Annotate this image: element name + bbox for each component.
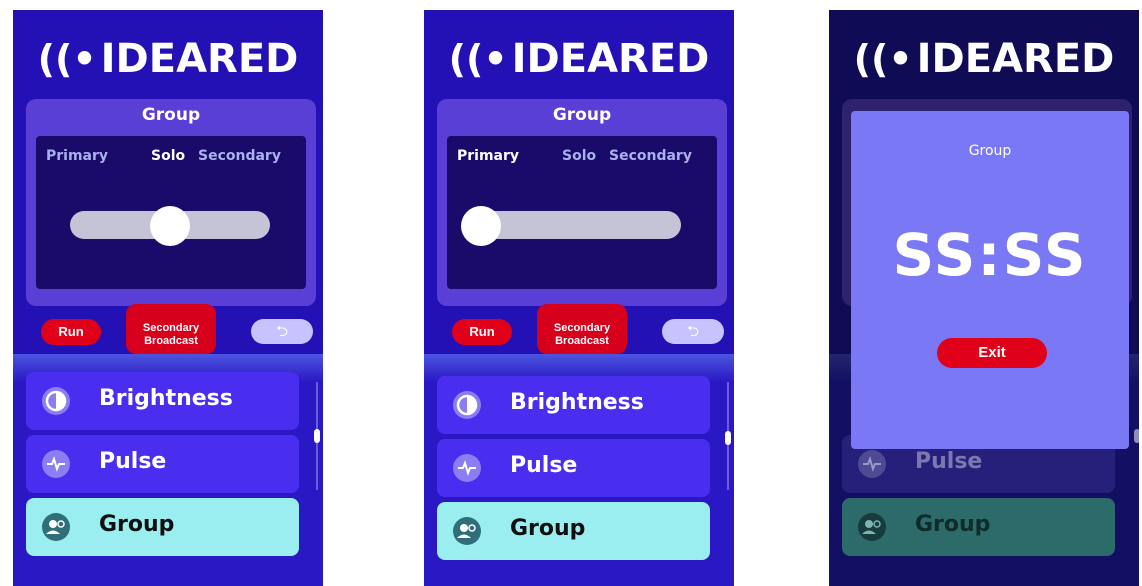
- undo-arrow-icon: ⮌: [686, 322, 699, 340]
- mode-selector-panel: Primary Solo Secondary: [36, 136, 306, 289]
- group-modal: Group SS:SS Exit: [851, 111, 1129, 449]
- menu-item-label: Pulse: [99, 449, 167, 474]
- menu-item-label: Brightness: [510, 390, 644, 415]
- phone-screen-group-modal: ((• IDEARED Pulse Group Group SS:SS Exit: [829, 10, 1139, 586]
- mode-selector-panel: Primary Solo Secondary: [447, 136, 717, 289]
- contrast-icon: [42, 387, 70, 415]
- brand-name: IDEARED: [916, 36, 1115, 82]
- signal-logo-mark: ((•: [448, 37, 508, 81]
- mode-slider-thumb[interactable]: [461, 206, 501, 246]
- menu-item-brightness[interactable]: Brightness: [26, 372, 299, 430]
- modal-title: Group: [968, 143, 1012, 159]
- mode-secondary[interactable]: Secondary: [609, 148, 692, 164]
- broadcast-label-line1: Secondary: [142, 321, 200, 334]
- group-users-icon: [453, 517, 481, 545]
- menu-item-group[interactable]: Group: [26, 498, 299, 556]
- brand-name: IDEARED: [100, 36, 299, 82]
- group-users-icon: [858, 513, 886, 541]
- menu-item-brightness[interactable]: Brightness: [437, 376, 710, 434]
- mode-primary[interactable]: Primary: [46, 148, 108, 164]
- menu-item-label: Pulse: [915, 449, 983, 474]
- group-title: Group: [141, 105, 201, 125]
- scrollbar-thumb[interactable]: [725, 431, 731, 445]
- mode-primary[interactable]: Primary: [457, 148, 519, 164]
- scrollbar-thumb[interactable]: [314, 429, 320, 443]
- signal-logo-mark: ((•: [853, 37, 913, 81]
- countdown-time: SS:SS: [892, 221, 1088, 289]
- menu-item-label: Brightness: [99, 386, 233, 411]
- menu-item-group: Group: [842, 498, 1115, 556]
- mode-secondary[interactable]: Secondary: [198, 148, 281, 164]
- menu-item-pulse[interactable]: Pulse: [437, 439, 710, 497]
- secondary-broadcast-button[interactable]: Secondary Broadcast: [126, 304, 216, 354]
- back-button[interactable]: ⮌: [662, 319, 724, 344]
- menu-item-pulse[interactable]: Pulse: [26, 435, 299, 493]
- mode-slider-thumb[interactable]: [150, 206, 190, 246]
- contrast-icon: [453, 391, 481, 419]
- group-panel: Group Primary Solo Secondary: [26, 99, 316, 306]
- undo-arrow-icon: ⮌: [275, 322, 288, 340]
- group-title: Group: [552, 105, 612, 125]
- back-button[interactable]: ⮌: [251, 319, 313, 344]
- broadcast-label-line2: Broadcast: [555, 334, 609, 347]
- secondary-broadcast-button[interactable]: Secondary Broadcast: [537, 304, 627, 354]
- broadcast-label-line2: Broadcast: [144, 334, 198, 347]
- pulse-icon: [453, 454, 481, 482]
- group-users-icon: [42, 513, 70, 541]
- pulse-icon: [42, 450, 70, 478]
- menu-item-label: Pulse: [510, 453, 578, 478]
- brand-logo: ((• IDEARED: [829, 36, 1139, 82]
- group-panel: Group Primary Solo Secondary: [437, 99, 727, 306]
- brand-logo: ((• IDEARED: [424, 36, 734, 82]
- menu-item-group[interactable]: Group: [437, 502, 710, 560]
- run-button[interactable]: Run: [41, 319, 101, 345]
- broadcast-label-line1: Secondary: [553, 321, 611, 334]
- exit-button[interactable]: Exit: [937, 338, 1047, 368]
- mode-solo[interactable]: Solo: [151, 148, 185, 164]
- scrollbar-thumb: [1134, 429, 1139, 443]
- pulse-icon: [858, 450, 886, 478]
- phone-screen-solo: ((• IDEARED Group Primary Solo Secondary …: [13, 10, 323, 586]
- menu-item-label: Group: [510, 516, 586, 541]
- brand-name: IDEARED: [511, 36, 710, 82]
- run-button[interactable]: Run: [452, 319, 512, 345]
- mode-solo[interactable]: Solo: [562, 148, 596, 164]
- menu-item-label: Group: [99, 512, 175, 537]
- brand-logo: ((• IDEARED: [13, 36, 323, 82]
- menu-item-label: Group: [915, 512, 991, 537]
- phone-screen-primary: ((• IDEARED Group Primary Solo Secondary …: [424, 10, 734, 586]
- signal-logo-mark: ((•: [37, 37, 97, 81]
